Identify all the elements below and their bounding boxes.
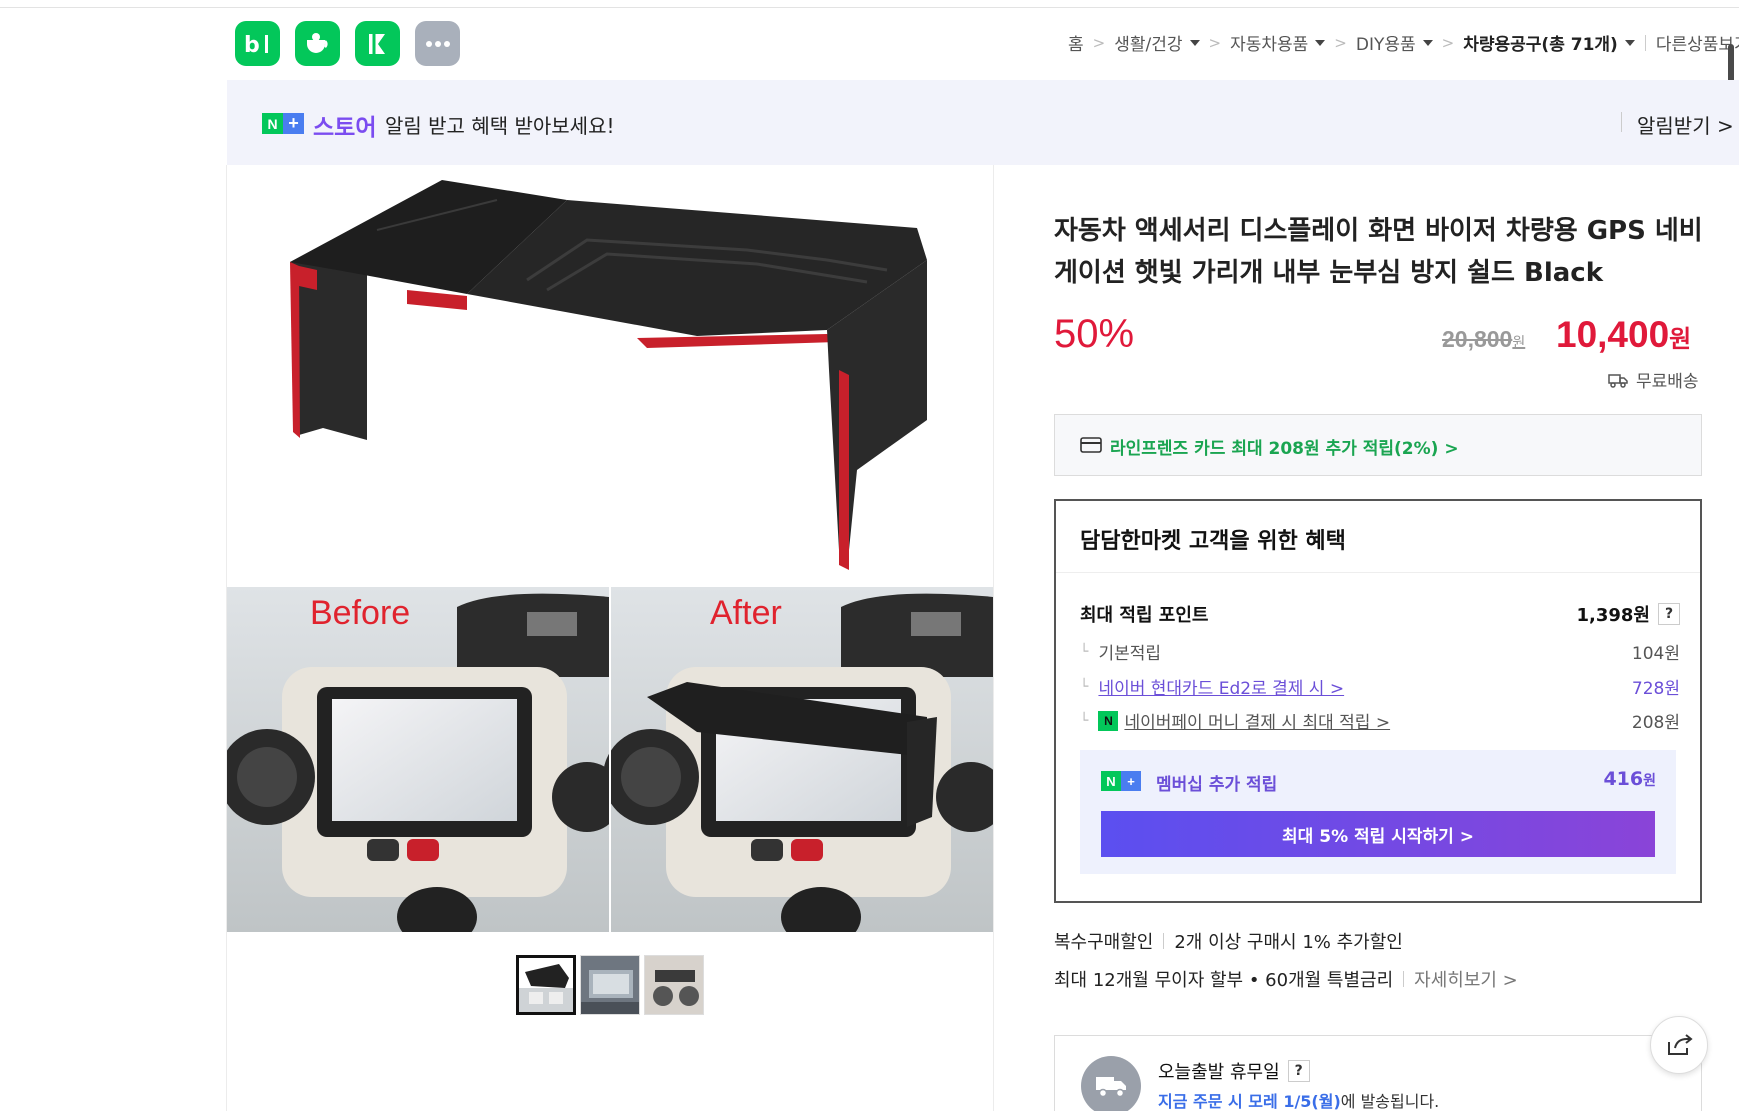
- membership-box: N + 멤버십 추가 적립 416원 최대 5% 적립 시작하기 >: [1080, 750, 1676, 874]
- plus-icon: +: [283, 113, 304, 134]
- breadcrumb: 홈 > 생활/건강 > 자동차용품 > DIY용품 > 차량용공구(총 71개)…: [1068, 30, 1739, 56]
- column-divider: [993, 165, 994, 1111]
- truck-icon: [1608, 373, 1628, 388]
- benefit-box: 담담한마켓 고객을 위한 혜택 최대 적립 포인트 1,398원? └ 기본적립 …: [1054, 499, 1702, 903]
- delivery-truck-icon: [1081, 1056, 1141, 1111]
- inline-divider: [1403, 971, 1405, 987]
- dispatch-note: 지금 주문 시 모레 1/5(월)에 발송됩니다.: [1158, 1092, 1440, 1111]
- alert-divider: [1621, 112, 1622, 132]
- thumbnail-2[interactable]: [580, 955, 640, 1015]
- share-button[interactable]: [1650, 1016, 1708, 1074]
- max-points-label: 최대 적립 포인트: [1080, 605, 1209, 626]
- before-label: Before: [310, 594, 410, 632]
- tree-corner-icon: └: [1080, 643, 1089, 660]
- points-row-naverpay: └ N 네이버페이 머니 결제 시 최대 적립 > 208원: [1080, 708, 1680, 733]
- breadcrumb-separator: >: [1208, 33, 1222, 52]
- installment-text: 최대 12개월 무이자 할부 • 60개월 특별금리: [1054, 970, 1394, 991]
- caret-down-icon: [1624, 39, 1635, 46]
- naver-n-icon: N: [262, 113, 283, 134]
- share-icon: [1668, 1034, 1693, 1055]
- sale-price: 10,400원: [1556, 314, 1692, 355]
- svg-text:b: b: [244, 33, 260, 56]
- product-main-image[interactable]: [227, 170, 993, 590]
- breadcrumb-separator: >: [1334, 33, 1347, 52]
- membership-label: 멤버십 추가 적립: [1156, 775, 1278, 795]
- top-divider: [0, 7, 1739, 8]
- points-row-hyundai-card: └ 네이버 현대카드 Ed2로 결제 시 > 728원: [1080, 674, 1680, 700]
- cafe-app-icon[interactable]: [295, 21, 340, 66]
- app-icons: b: [235, 21, 460, 66]
- before-after-image[interactable]: Before After: [219, 587, 1006, 947]
- naver-plus-badge: N +: [262, 113, 304, 134]
- points-row-value: 104원: [1631, 644, 1680, 664]
- bulk-discount-line: 복수구매할인 2개 이상 구매시 1% 추가할인: [1054, 928, 1403, 954]
- thumbnail-strip: [516, 955, 704, 1015]
- start-membership-button[interactable]: 최대 5% 적립 시작하기 >: [1101, 811, 1655, 857]
- naver-n-icon: N: [1101, 771, 1121, 791]
- store-label: 스토어: [313, 115, 377, 141]
- breadcrumb-home[interactable]: 홈: [1068, 30, 1084, 55]
- max-points-value: 1,398원: [1576, 605, 1651, 626]
- caret-down-icon: [1189, 39, 1200, 46]
- card-promo-text[interactable]: 라인프렌즈 카드 최대 208원 추가 적립(2%) >: [1110, 434, 1459, 459]
- naverpay-icon: N: [1098, 710, 1119, 731]
- bookmark-app-icon[interactable]: [355, 21, 400, 66]
- inline-divider: [1163, 933, 1165, 949]
- benefit-divider: [1056, 572, 1700, 573]
- breadcrumb-category-3[interactable]: DIY용품: [1356, 30, 1433, 55]
- card-promo-box[interactable]: 라인프렌즈 카드 최대 208원 추가 적립(2%) >: [1054, 414, 1702, 476]
- thumbnail-1[interactable]: [516, 955, 576, 1015]
- caret-down-icon: [1422, 39, 1433, 46]
- bulk-discount-label: 복수구매할인: [1054, 932, 1154, 953]
- breadcrumb-divider: [1644, 34, 1646, 51]
- dispatch-box: 오늘출발 휴무일 ? 지금 주문 시 모레 1/5(월)에 발송됩니다.: [1054, 1035, 1702, 1111]
- original-price: 20,800원: [1442, 326, 1526, 352]
- subscribe-alert-button[interactable]: 알림받기 >: [1637, 110, 1734, 139]
- tree-corner-icon: └: [1080, 678, 1089, 695]
- shipping-info: 무료배송: [1608, 367, 1699, 392]
- discount-rate: 50%: [1054, 312, 1135, 356]
- points-row-label: 기본적립: [1098, 644, 1161, 664]
- installment-line: 최대 12개월 무이자 할부 • 60개월 특별금리 자세히보기 >: [1054, 966, 1518, 992]
- bulk-discount-text: 2개 이상 구매시 1% 추가할인: [1174, 932, 1403, 953]
- breadcrumb-current[interactable]: 차량용공구(총 71개): [1463, 30, 1635, 55]
- points-row-value: 208원: [1631, 713, 1680, 733]
- help-icon[interactable]: ?: [1287, 1060, 1310, 1082]
- shipping-label: 무료배송: [1636, 372, 1699, 392]
- details-link[interactable]: 자세히보기 >: [1414, 966, 1518, 992]
- max-points-row: 최대 적립 포인트 1,398원?: [1080, 601, 1680, 627]
- more-apps-icon[interactable]: [415, 21, 460, 66]
- breadcrumb-separator: >: [1441, 33, 1455, 52]
- other-products-link[interactable]: 다른상품보기: [1656, 30, 1739, 55]
- caret-down-icon: [1315, 39, 1326, 46]
- store-alert-banner: N + 스토어 알림 받고 혜택 받아보세요! 알림받기 >: [227, 80, 1739, 165]
- hyundai-card-link[interactable]: 네이버 현대카드 Ed2로 결제 시 >: [1098, 674, 1344, 699]
- after-label: After: [710, 594, 782, 632]
- blog-app-icon[interactable]: b: [235, 21, 280, 66]
- credit-card-icon: [1080, 437, 1102, 453]
- points-row-basic: └ 기본적립 104원: [1080, 639, 1680, 665]
- naverpay-link[interactable]: 네이버페이 머니 결제 시 최대 적립 >: [1124, 708, 1390, 733]
- membership-value: 416원: [1603, 768, 1656, 790]
- breadcrumb-category-2[interactable]: 자동차용품: [1230, 30, 1326, 55]
- tree-corner-icon: └: [1080, 712, 1089, 729]
- breadcrumb-separator: >: [1092, 33, 1106, 52]
- plus-icon: +: [1121, 771, 1141, 791]
- thumbnail-3[interactable]: [644, 955, 704, 1015]
- naver-plus-badge: N +: [1101, 771, 1141, 791]
- dispatch-title: 오늘출발 휴무일 ?: [1158, 1058, 1310, 1084]
- alert-message: 알림 받고 혜택 받아보세요!: [385, 114, 615, 138]
- points-row-value: 728원: [1631, 679, 1680, 699]
- breadcrumb-category-1[interactable]: 생활/건강: [1114, 30, 1200, 55]
- product-title: 자동차 액세서리 디스플레이 화면 바이저 차량용 GPS 네비게이션 햇빛 가…: [1054, 216, 1703, 288]
- help-icon[interactable]: ?: [1658, 603, 1680, 625]
- benefit-title: 담담한마켓 고객을 위한 혜택: [1080, 529, 1346, 554]
